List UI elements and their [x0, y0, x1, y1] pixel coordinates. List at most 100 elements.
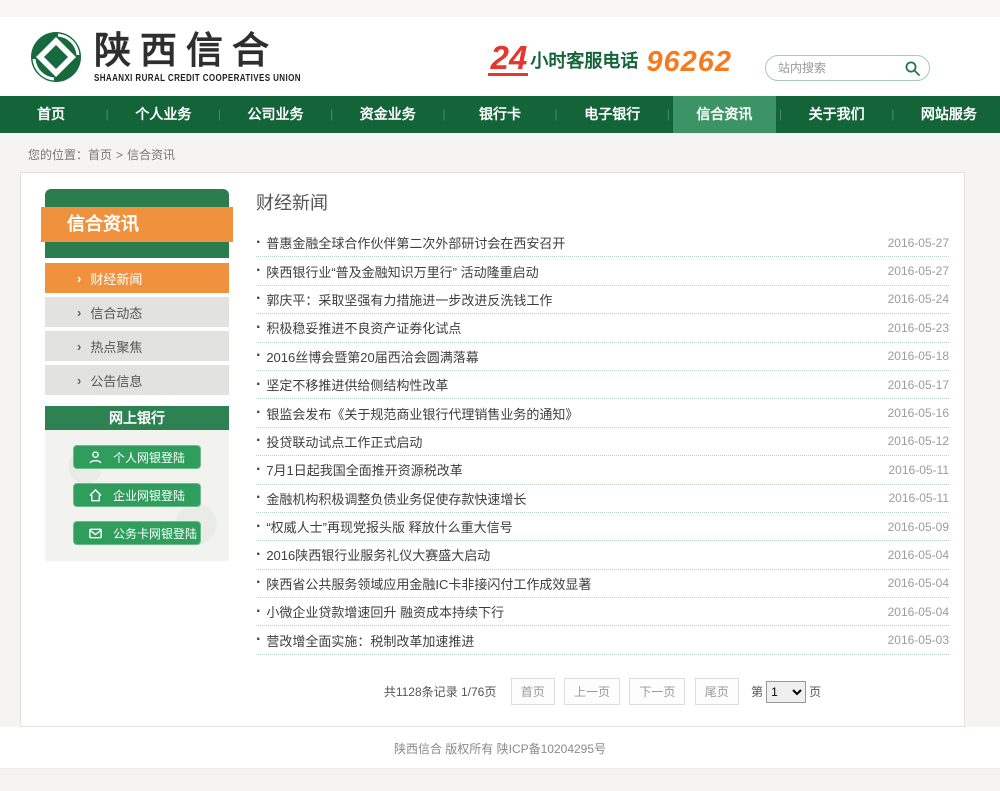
news-link[interactable]: ·2016丝博会暨第20届西洽会圆满落幕	[256, 347, 479, 366]
news-title: 坚定不移推进供给侧结构性改革	[266, 375, 448, 394]
nav-item-news-active[interactable]: 信合资讯	[673, 96, 775, 133]
news-link[interactable]: · 陕西银行业“普及金融知识万里行” 活动隆重启动	[256, 262, 539, 281]
pagination-jump-suffix: 页	[809, 685, 821, 699]
news-link[interactable]: ·“权威人士”再现党报头版 释放什么重大信号	[256, 517, 513, 536]
hotline-label: 小时客服电话	[530, 47, 638, 73]
nav-item-about-us[interactable]: 关于我们	[786, 96, 888, 133]
news-row: ·陕西省公共服务领域应用金融IC卡非接闪付工作成效显著 2016-05-04	[256, 570, 949, 598]
news-title: 陕西省公共服务领域应用金融IC卡非接闪付工作成效显著	[266, 574, 591, 593]
nav-item-e-banking[interactable]: 电子银行	[561, 96, 663, 133]
breadcrumb: 您的位置：首页>信合资讯	[28, 146, 175, 163]
news-title: 小微企业贷款增速回升 融资成本持续下行	[266, 602, 504, 621]
news-row: · 小微企业贷款增速回升 融资成本持续下行 2016-05-04	[256, 598, 949, 626]
news-title: “权威人士”再现党报头版 释放什么重大信号	[266, 517, 512, 536]
news-date: 2016-05-04	[888, 548, 949, 562]
news-link[interactable]: ·陕西省公共服务领域应用金融IC卡非接闪付工作成效显著	[256, 574, 591, 593]
news-link[interactable]: ·银监会发布《关于规范商业银行代理销售业务的通知》	[256, 404, 578, 423]
breadcrumb-home-link[interactable]: 首页	[88, 148, 112, 162]
logo-text: 陕西信合 SHAANXI RURAL CREDIT COOPERATIVES U…	[94, 31, 353, 84]
news-bullet: ·	[256, 319, 261, 337]
pagination-last-button[interactable]: 尾页	[695, 678, 739, 705]
news-title: 郭庆平：采取坚强有力措施进一步改进反洗钱工作	[266, 290, 552, 309]
home-icon	[88, 488, 103, 503]
nav-separator: |	[102, 96, 112, 133]
online-banking-header: 网上银行	[45, 406, 229, 430]
news-link[interactable]: · 郭庆平：采取坚强有力措施进一步改进反洗钱工作	[256, 290, 552, 309]
news-date: 2016-05-11	[889, 463, 950, 477]
news-bullet: ·	[256, 290, 261, 308]
news-link[interactable]: · 小微企业贷款增速回升 融资成本持续下行	[256, 602, 504, 621]
news-row: ·投贷联动试点工作正式启动 2016-05-12	[256, 428, 949, 456]
news-date: 2016-05-12	[888, 434, 949, 448]
news-bullet: ·	[256, 234, 261, 252]
sidebar-item-announcements[interactable]: › 公告信息	[45, 365, 229, 395]
news-title: 陕西银行业“普及金融知识万里行” 活动隆重启动	[266, 262, 538, 281]
corporate-ebank-login-button[interactable]: 企业网银登陆	[73, 483, 201, 507]
news-row: ·2016丝博会暨第20届西洽会圆满落幕 2016-05-18	[256, 343, 949, 371]
card-envelope-icon	[88, 526, 103, 541]
news-date: 2016-05-17	[888, 378, 949, 392]
pagination-next-button[interactable]: 下一页	[629, 678, 685, 705]
news-title: 2016陕西银行业服务礼仪大赛盛大启动	[266, 545, 490, 564]
page-number-select[interactable]: 1	[766, 681, 806, 703]
news-date: 2016-05-09	[888, 520, 949, 534]
page-title: 财经新闻	[256, 189, 328, 215]
news-date: 2016-05-23	[888, 321, 949, 335]
bank-button-label: 个人网银登陆	[113, 449, 185, 466]
news-bullet: ·	[256, 546, 261, 564]
news-bullet: ·	[256, 432, 261, 450]
search-input[interactable]	[778, 61, 901, 75]
breadcrumb-label: 您的位置：	[28, 148, 88, 162]
logo-icon	[28, 29, 84, 85]
sidebar-item-label: 信合动态	[90, 303, 142, 322]
news-link[interactable]: ·金融机构积极调整负债业务促使存款快速增长	[256, 489, 526, 508]
news-link[interactable]: ·营改增全面实施：税制改革加速推进	[256, 631, 474, 650]
news-link[interactable]: ·坚定不移推进供给侧结构性改革	[256, 375, 448, 394]
nav-item-personal-business[interactable]: 个人业务	[112, 96, 214, 133]
news-link[interactable]: ·普惠金融全球合作伙伴第二次外部研讨会在西安召开	[256, 233, 565, 252]
nav-item-bank-card[interactable]: 银行卡	[449, 96, 551, 133]
news-row: ·坚定不移推进供给侧结构性改革 2016-05-17	[256, 371, 949, 399]
chevron-right-icon: ›	[77, 271, 81, 286]
pagination-prev-button[interactable]: 上一页	[564, 678, 620, 705]
news-link[interactable]: ·积极稳妥推进不良资产证券化试点	[256, 318, 461, 337]
news-link[interactable]: ·7月1日起我国全面推开资源税改革	[256, 460, 463, 479]
news-row: ·营改增全面实施：税制改革加速推进 2016-05-03	[256, 626, 949, 654]
pagination-first-button[interactable]: 首页	[511, 678, 555, 705]
news-bullet: ·	[256, 489, 261, 507]
copyright-text: 陕西信合 版权所有 陕ICP备10204295号	[0, 727, 1000, 771]
sidebar-item-finance-news[interactable]: › 财经新闻	[45, 263, 229, 293]
sidebar-item-hot-topics[interactable]: › 热点聚焦	[45, 331, 229, 361]
nav-separator: |	[214, 96, 224, 133]
search-button[interactable]	[901, 57, 923, 79]
site-footer: 陕西信合 版权所有 陕ICP备10204295号	[0, 727, 1000, 768]
news-row: · 2016陕西银行业服务礼仪大赛盛大启动 2016-05-04	[256, 541, 949, 569]
news-bullet: ·	[256, 262, 261, 280]
personal-ebank-login-button[interactable]: 个人网银登陆	[73, 445, 201, 469]
sidebar-item-union-news[interactable]: › 信合动态	[45, 297, 229, 327]
content-panel: 信合资讯 › 财经新闻 › 信合动态 › 热点聚焦 › 公告信息 网上银行	[20, 172, 965, 727]
nav-item-home[interactable]: 首页	[0, 96, 102, 133]
search-icon	[904, 60, 921, 77]
official-card-ebank-login-button[interactable]: 公务卡网银登陆	[73, 521, 201, 545]
news-title: 营改增全面实施：税制改革加速推进	[266, 631, 474, 650]
sidebar-item-label: 公告信息	[90, 371, 142, 390]
chevron-right-icon: ›	[77, 339, 81, 354]
news-link[interactable]: · 2016陕西银行业服务礼仪大赛盛大启动	[256, 545, 490, 564]
nav-separator: |	[327, 96, 337, 133]
breadcrumb-current: 信合资讯	[127, 148, 175, 162]
nav-item-site-services[interactable]: 网站服务	[898, 96, 1000, 133]
logo[interactable]: 陕西信合 SHAANXI RURAL CREDIT COOPERATIVES U…	[28, 29, 353, 85]
hotline: 24 小时客服电话 96262	[488, 43, 732, 76]
sidebar-section-title: 信合资讯	[41, 207, 233, 242]
news-bullet: ·	[256, 603, 261, 621]
nav-item-corporate-business[interactable]: 公司业务	[224, 96, 326, 133]
news-row: ·普惠金融全球合作伙伴第二次外部研讨会在西安召开 2016-05-27	[256, 229, 949, 257]
news-row: ·陕西银行业“普及金融知识万里行” 活动隆重启动 2016-05-27	[256, 257, 949, 285]
nav-item-funds-business[interactable]: 资金业务	[337, 96, 439, 133]
news-title: 2016丝博会暨第20届西洽会圆满落幕	[266, 347, 478, 366]
hotline-24: 24	[488, 43, 529, 76]
news-link[interactable]: ·投贷联动试点工作正式启动	[256, 432, 422, 451]
news-date: 2016-05-11	[889, 491, 950, 505]
news-date: 2016-05-04	[888, 605, 949, 619]
